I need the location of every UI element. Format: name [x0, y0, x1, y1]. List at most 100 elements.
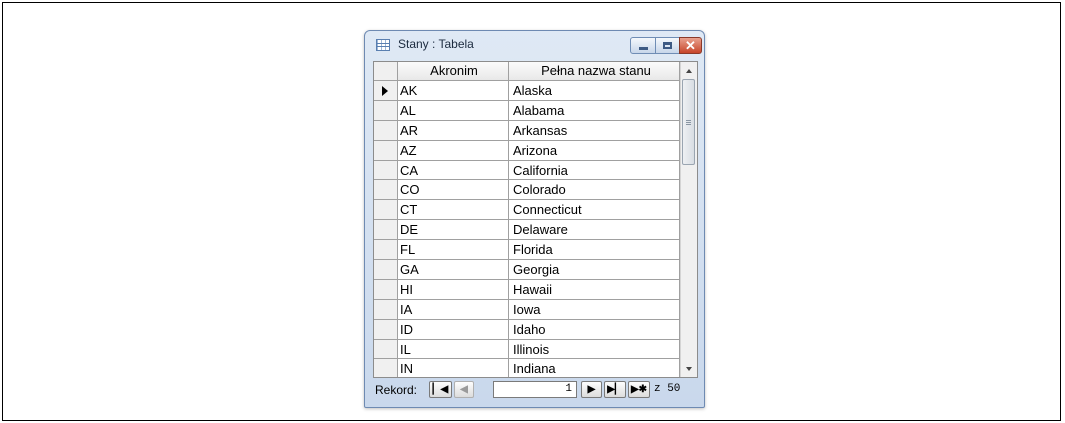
cell-state-name[interactable]: Hawaii: [509, 279, 680, 300]
cell-state-name[interactable]: Florida: [509, 240, 680, 261]
cell-acronym[interactable]: GA: [398, 260, 509, 280]
cell-acronym[interactable]: ID: [398, 319, 509, 340]
title-bar[interactable]: Stany : Tabela ✕: [365, 31, 704, 59]
record-navigator: Rekord: ▏◀ ◀ 1 ▶ ▶▏ ▶✱ z 50: [373, 379, 698, 401]
record-selector[interactable]: [374, 279, 398, 300]
cell-state-name[interactable]: Alabama: [509, 100, 680, 121]
vertical-scrollbar[interactable]: [680, 62, 697, 377]
current-record-arrow-icon: [382, 86, 388, 96]
table-row[interactable]: IA Iowa: [374, 299, 680, 320]
cell-acronym[interactable]: CO: [398, 180, 509, 201]
cell-acronym[interactable]: IL: [398, 339, 509, 360]
next-record-icon: ▶: [587, 384, 596, 395]
minimize-button[interactable]: [630, 37, 656, 54]
record-selector[interactable]: [374, 140, 398, 161]
cell-state-name[interactable]: Arkansas: [509, 120, 680, 141]
scroll-up-icon: [686, 68, 692, 73]
window-title: Stany : Tabela: [398, 37, 474, 51]
cell-state-name[interactable]: California: [509, 160, 680, 181]
table-body: AK Alaska AL Alabama AR Arkansas AZ Arizona CA Ca…: [374, 81, 680, 377]
scroll-thumb[interactable]: [682, 79, 695, 165]
table-row[interactable]: ID Idaho: [374, 319, 680, 340]
cell-state-name[interactable]: Colorado: [509, 180, 680, 201]
record-selector[interactable]: [374, 299, 398, 320]
cell-acronym[interactable]: AR: [398, 120, 509, 141]
table-row[interactable]: HI Hawaii: [374, 279, 680, 300]
table-row[interactable]: CA California: [374, 160, 680, 181]
new-record-button[interactable]: ▶✱: [628, 381, 650, 398]
cell-state-name[interactable]: Connecticut: [509, 200, 680, 221]
record-selector[interactable]: [374, 160, 398, 181]
record-total: z 50: [654, 383, 681, 395]
table-row[interactable]: AL Alabama: [374, 100, 680, 121]
maximize-icon: [663, 42, 672, 49]
first-record-icon: ▏◀: [432, 384, 449, 395]
next-record-button[interactable]: ▶: [581, 381, 602, 398]
previous-record-icon: ◀: [460, 384, 468, 395]
scroll-up-button[interactable]: [681, 62, 697, 79]
record-selector[interactable]: [374, 100, 398, 121]
cell-acronym[interactable]: HI: [398, 279, 509, 300]
record-selector[interactable]: [374, 180, 398, 201]
table-row[interactable]: FL Florida: [374, 240, 680, 261]
scroll-down-button[interactable]: [681, 360, 697, 377]
cell-state-name[interactable]: Arizona: [509, 140, 680, 161]
table-row[interactable]: AK Alaska: [374, 81, 680, 101]
cell-acronym[interactable]: CA: [398, 160, 509, 181]
cell-state-name[interactable]: Iowa: [509, 299, 680, 320]
record-selector[interactable]: [374, 200, 398, 221]
cell-acronym[interactable]: FL: [398, 240, 509, 261]
cell-acronym[interactable]: CT: [398, 200, 509, 221]
cell-state-name[interactable]: Georgia: [509, 260, 680, 280]
cell-state-name[interactable]: Alaska: [509, 81, 680, 101]
record-selector[interactable]: [374, 339, 398, 360]
cell-acronym[interactable]: AK: [398, 81, 509, 101]
screenshot-frame: Stany : Tabela ✕ Akronim Pełna nazwa sta…: [2, 2, 1061, 421]
cell-acronym[interactable]: AZ: [398, 140, 509, 161]
last-record-icon: ▶▏: [607, 384, 623, 395]
record-selector[interactable]: [374, 319, 398, 340]
table-row[interactable]: AZ Arizona: [374, 140, 680, 161]
cell-acronym[interactable]: IN: [398, 359, 509, 377]
close-icon: ✕: [685, 38, 696, 53]
first-record-button[interactable]: ▏◀: [429, 381, 452, 398]
cell-acronym[interactable]: AL: [398, 100, 509, 121]
record-selector[interactable]: [374, 359, 398, 377]
record-selector[interactable]: [374, 260, 398, 280]
close-button[interactable]: ✕: [679, 37, 702, 54]
record-selector[interactable]: [374, 120, 398, 141]
column-header-state-name[interactable]: Pełna nazwa stanu: [509, 62, 680, 81]
table-row[interactable]: CT Connecticut: [374, 200, 680, 221]
cell-state-name[interactable]: Idaho: [509, 319, 680, 340]
record-label: Rekord:: [375, 383, 418, 397]
record-selector[interactable]: [374, 240, 398, 261]
grip-line: [686, 120, 691, 121]
last-record-button[interactable]: ▶▏: [604, 381, 626, 398]
previous-record-button[interactable]: ◀: [454, 381, 474, 398]
table-row[interactable]: GA Georgia: [374, 260, 680, 280]
cell-acronym[interactable]: DE: [398, 220, 509, 241]
table-row[interactable]: AR Arkansas: [374, 120, 680, 141]
new-record-icon: ▶✱: [630, 384, 648, 395]
record-selector[interactable]: [374, 81, 398, 101]
cell-acronym[interactable]: IA: [398, 299, 509, 320]
datasheet-grid: Akronim Pełna nazwa stanu AK Alaska AL Alab…: [373, 61, 698, 378]
select-all-corner[interactable]: [374, 62, 398, 81]
cell-state-name[interactable]: Illinois: [509, 339, 680, 360]
minimize-icon: [638, 47, 648, 50]
table-row[interactable]: DE Delaware: [374, 220, 680, 241]
record-selector[interactable]: [374, 220, 398, 241]
maximize-button[interactable]: [655, 37, 680, 54]
cell-state-name[interactable]: Indiana: [509, 359, 680, 377]
grip-line: [686, 124, 691, 125]
column-headers: Akronim Pełna nazwa stanu: [374, 62, 680, 81]
cell-state-name[interactable]: Delaware: [509, 220, 680, 241]
table-row[interactable]: CO Colorado: [374, 180, 680, 201]
scroll-down-icon: [686, 366, 692, 371]
table-row[interactable]: IN Indiana: [374, 359, 680, 377]
current-record-field[interactable]: 1: [493, 381, 577, 398]
table-row[interactable]: IL Illinois: [374, 339, 680, 360]
column-header-acronym[interactable]: Akronim: [398, 62, 509, 81]
grip-line: [686, 122, 691, 123]
table-icon: [376, 39, 390, 51]
